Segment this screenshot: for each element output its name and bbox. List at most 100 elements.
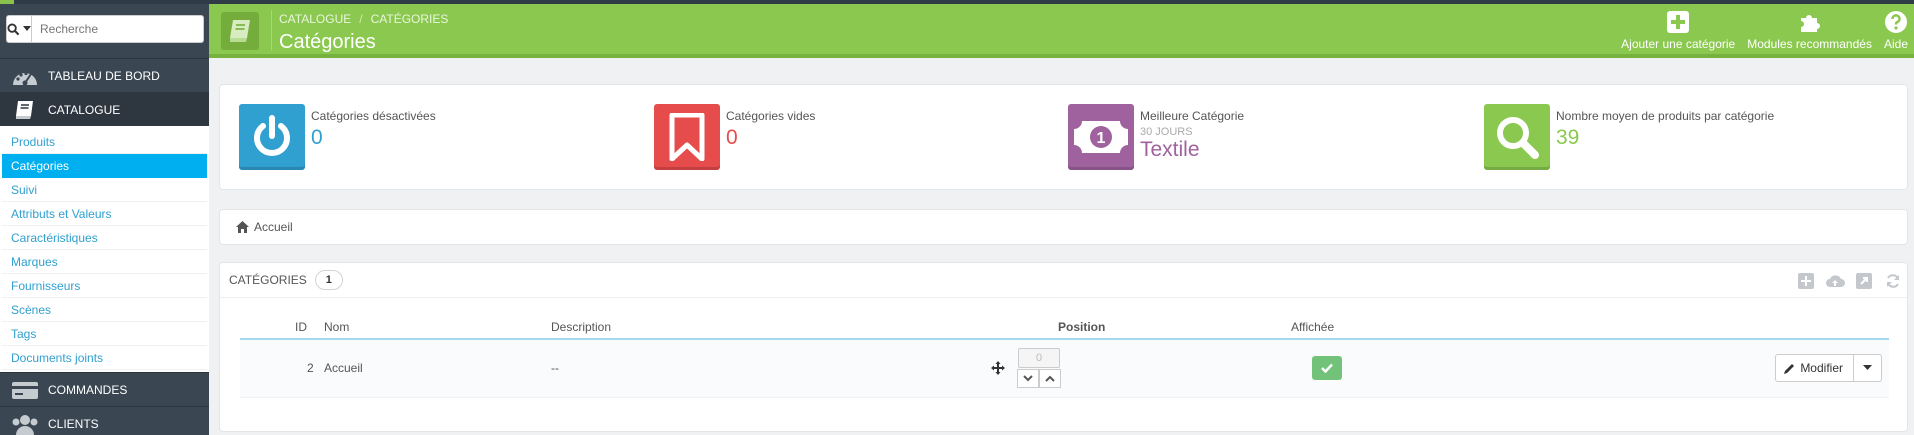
nav-orders-label: COMMANDES — [48, 382, 128, 397]
kpi-sub: 30 JOURS — [1140, 126, 1193, 138]
kpi-disabled-categories[interactable]: Catégories désactivées 0 — [239, 104, 436, 170]
move-up-button[interactable] — [1039, 369, 1061, 389]
nav-customers[interactable]: CLIENTS — [0, 406, 209, 435]
header-separator — [271, 10, 272, 50]
submenu-item-caracteristiques[interactable]: Caractéristiques — [2, 226, 207, 250]
cell-id: 2 — [240, 339, 324, 398]
pencil-icon — [1784, 363, 1795, 374]
kpi-best-category[interactable]: 1 Meilleure Catégorie 30 JOURS Textile — [1068, 104, 1244, 170]
submenu-item-tags[interactable]: Tags — [2, 322, 207, 346]
kpi-label: Catégories désactivées — [311, 109, 436, 123]
kpi-value: Textile — [1140, 138, 1200, 161]
edit-dropdown-toggle[interactable] — [1854, 354, 1882, 383]
breadcrumb-catalogue[interactable]: CATALOGUE — [279, 12, 351, 26]
kpi-label: Nombre moyen de produits par catégorie — [1556, 109, 1775, 123]
categories-panel: CATÉGORIES 1 ID Nom Description Position… — [219, 262, 1908, 432]
table-row[interactable]: 2 Accueil -- 0 Modifier — [240, 339, 1889, 398]
kpi-empty-categories[interactable]: Catégories vides 0 — [654, 104, 815, 170]
help-button[interactable]: Aide — [1878, 9, 1914, 51]
nav-customers-label: CLIENTS — [48, 416, 99, 431]
caret-down-icon — [23, 26, 31, 31]
nav-orders[interactable]: COMMANDES — [0, 372, 209, 406]
position-control: 0 — [991, 348, 1061, 389]
plus-square-icon — [1666, 9, 1690, 35]
recommended-modules-button[interactable]: Modules recommandés — [1741, 9, 1878, 51]
move-down-button[interactable] — [1017, 369, 1039, 389]
nav-catalogue[interactable]: CATALOGUE — [0, 92, 209, 126]
page-title: Catégories — [279, 31, 376, 53]
cell-name: Accueil — [324, 339, 551, 398]
position-input[interactable]: 0 — [1018, 348, 1060, 369]
nav-dashboard-label: TABLEAU DE BORD — [48, 68, 160, 83]
submenu-item-suivi[interactable]: Suivi — [2, 178, 207, 202]
export-icon[interactable] — [1854, 272, 1874, 290]
submenu-item-marques[interactable]: Marques — [2, 250, 207, 274]
kpi-label: Catégories vides — [726, 109, 816, 123]
credit-card-icon — [10, 378, 40, 402]
search-icon — [1484, 104, 1550, 170]
book-icon — [10, 98, 40, 122]
cloud-upload-icon[interactable] — [1825, 272, 1845, 290]
table-header-row: ID Nom Description Position Affichée — [240, 315, 1889, 340]
column-id[interactable]: ID — [240, 315, 324, 340]
page-header: CATALOGUE / CATÉGORIES Catégories Ajouter … — [209, 4, 1914, 58]
check-icon — [1321, 363, 1333, 374]
column-name[interactable]: Nom — [324, 315, 551, 340]
kpi-row: Catégories désactivées 0 Catégories vide… — [219, 84, 1908, 190]
panel-heading: CATÉGORIES 1 — [220, 263, 1907, 298]
row-actions: Modifier — [1691, 354, 1889, 383]
kpi-value: 0 — [726, 126, 738, 149]
submenu-item-attributs[interactable]: Attributs et Valeurs — [2, 202, 207, 226]
add-icon[interactable] — [1796, 272, 1816, 290]
category-breadcrumb: Accueil — [219, 209, 1908, 245]
chevron-up-icon — [1045, 375, 1055, 382]
edit-button[interactable]: Modifier — [1775, 354, 1854, 383]
submenu-item-fournisseurs[interactable]: Fournisseurs — [2, 274, 207, 298]
book-icon — [221, 12, 259, 50]
displayed-toggle[interactable] — [1312, 356, 1342, 381]
drag-handle-icon[interactable] — [991, 361, 1005, 376]
submenu-item-categories[interactable]: Catégories — [2, 154, 207, 178]
submenu-item-documents[interactable]: Documents joints — [2, 346, 207, 370]
cell-description: -- 0 — [551, 339, 1061, 398]
column-position[interactable]: Position — [1058, 315, 1291, 340]
recommended-modules-label: Modules recommandés — [1747, 37, 1872, 51]
column-displayed[interactable]: Affichée — [1291, 315, 1691, 340]
search-bar — [0, 4, 209, 58]
banknote-icon: 1 — [1068, 104, 1134, 170]
catalogue-submenu: Produits Catégories Suivi Attributs et V… — [0, 126, 209, 372]
kpi-label: Meilleure Catégorie — [1140, 109, 1245, 123]
cell-actions: Modifier — [1691, 339, 1889, 398]
users-icon — [10, 412, 40, 435]
question-circle-icon — [1884, 9, 1908, 35]
kpi-average-products[interactable]: Nombre moyen de produits par catégorie 3… — [1484, 104, 1774, 170]
add-category-button[interactable]: Ajouter une catégorie — [1615, 9, 1741, 51]
column-actions — [1691, 315, 1889, 340]
help-label: Aide — [1883, 37, 1908, 51]
count-badge: 1 — [314, 270, 343, 290]
svg-text:1: 1 — [1097, 130, 1106, 147]
categories-table: ID Nom Description Position Affichée 2 A… — [240, 315, 1889, 398]
breadcrumb: CATALOGUE / CATÉGORIES — [279, 12, 448, 26]
dashboard-icon — [10, 64, 40, 88]
breadcrumb-home[interactable]: Accueil — [254, 220, 293, 234]
header-toolbar: Ajouter une catégorie Modules recommandé… — [1615, 9, 1914, 51]
breadcrumb-separator: / — [359, 12, 363, 26]
search-input[interactable] — [32, 15, 204, 43]
caret-down-icon — [1863, 365, 1872, 371]
sidebar: TABLEAU DE BORD CATALOGUE Produits Catég… — [0, 4, 209, 435]
breadcrumb-categories[interactable]: CATÉGORIES — [371, 12, 449, 26]
puzzle-icon — [1798, 9, 1822, 35]
panel-toolbar — [1796, 272, 1903, 290]
chevron-down-icon — [1023, 375, 1033, 382]
panel-title: CATÉGORIES — [229, 273, 307, 287]
refresh-icon[interactable] — [1883, 272, 1903, 290]
home-icon — [236, 221, 249, 233]
edit-label: Modifier — [1800, 361, 1843, 376]
submenu-item-scenes[interactable]: Scènes — [2, 298, 207, 322]
search-type-button[interactable] — [6, 15, 32, 43]
bookmark-icon — [654, 104, 720, 170]
column-description[interactable]: Description — [551, 315, 1058, 340]
submenu-item-produits[interactable]: Produits — [2, 130, 207, 154]
nav-dashboard[interactable]: TABLEAU DE BORD — [0, 58, 209, 92]
